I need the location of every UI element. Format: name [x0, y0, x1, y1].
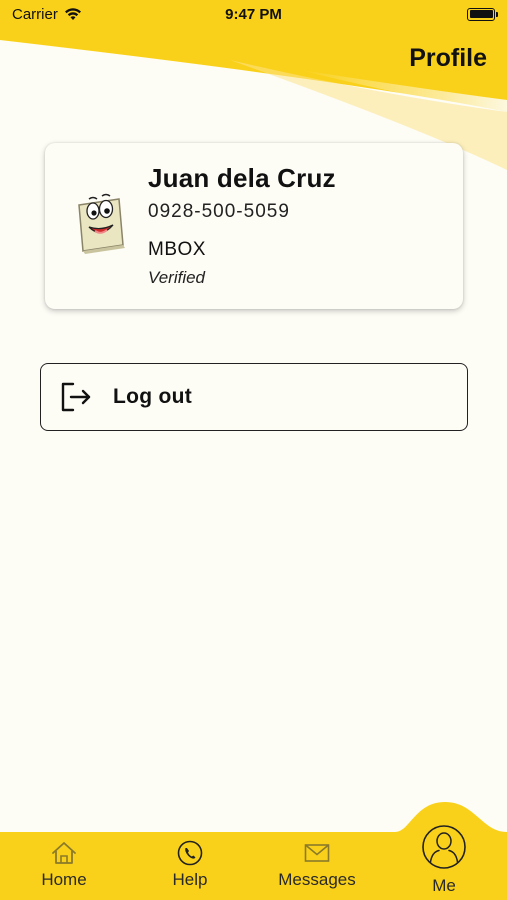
user-account-type: MBOX [148, 239, 206, 260]
phone-icon [177, 840, 203, 866]
status-left: Carrier [12, 6, 82, 23]
verification-status: Verified [148, 268, 206, 287]
tab-help-label: Help [172, 870, 208, 889]
avatar [78, 193, 125, 254]
logout-label: Log out [113, 385, 193, 408]
tab-messages-label: Messages [278, 870, 356, 889]
user-phone: 0928-500-5059 [148, 201, 290, 222]
status-bar: Carrier 9:47 PM [0, 0, 507, 28]
logout-button[interactable]: Log out [40, 363, 468, 431]
carrier-label: Carrier [12, 5, 58, 23]
user-icon [422, 825, 466, 869]
tab-help[interactable]: Help [135, 840, 245, 900]
logout-icon [61, 382, 91, 412]
envelope-icon [304, 844, 330, 862]
tab-me-label: Me [432, 876, 456, 895]
tab-home-label: Home [41, 870, 87, 889]
profile-card: Juan dela Cruz 0928-500-5059 MBOX Verifi… [45, 143, 463, 309]
tab-messages[interactable]: Messages [262, 840, 372, 900]
tab-me[interactable]: Me [389, 824, 499, 896]
user-name: Juan dela Cruz [148, 163, 336, 193]
home-icon [52, 842, 76, 864]
tab-home[interactable]: Home [9, 840, 119, 900]
page-title: Profile [409, 44, 487, 72]
battery-icon [467, 7, 498, 21]
wifi-icon [64, 8, 81, 20]
